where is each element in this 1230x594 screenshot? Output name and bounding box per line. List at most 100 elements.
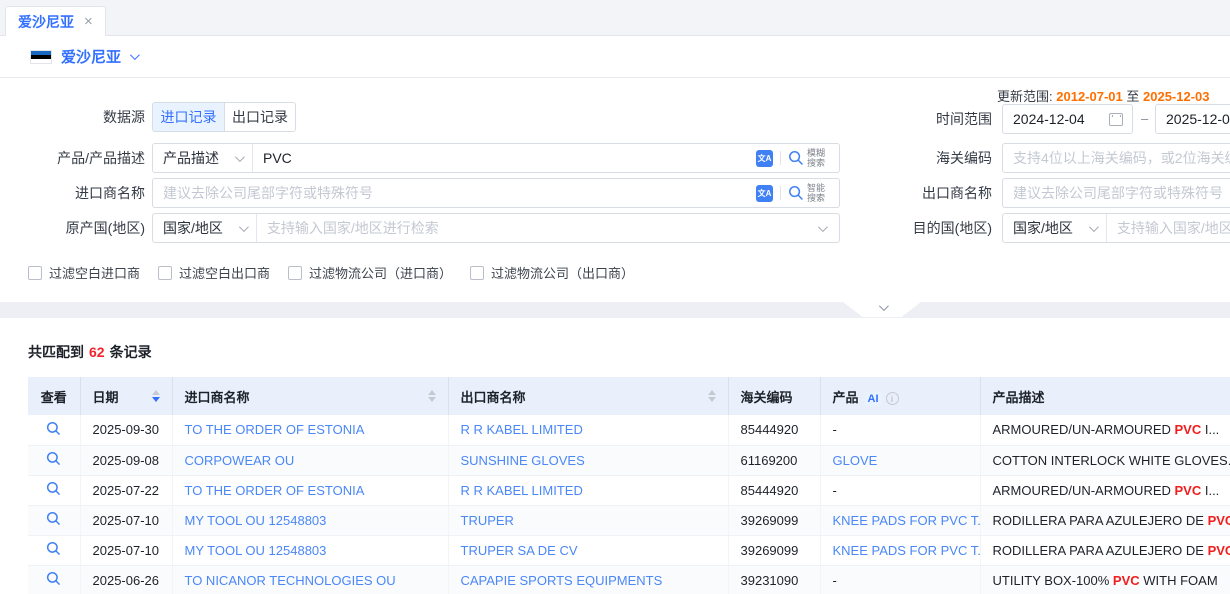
data-source-toggle: 进口记录 出口记录 (152, 102, 296, 132)
tab-bar: 爱沙尼亚 × (0, 0, 1230, 36)
exporter-link[interactable]: CAPAPIE SPORTS EQUIPMENTS (461, 573, 663, 588)
toggle-export-records[interactable]: 出口记录 (224, 103, 295, 131)
cell-product: KNEE PADS FOR PVC T... (820, 505, 980, 535)
description-text: RODILLERA PARA AZULEJERO DE (993, 543, 1208, 558)
hs-code-label: 海关编码 (872, 143, 992, 173)
cell-date: 2025-06-26 (80, 565, 172, 594)
sort-icon-exporter[interactable] (708, 390, 716, 402)
importer-link[interactable]: TO NICANOR TECHNOLOGIES OU (185, 573, 396, 588)
date-to-input-group (1155, 104, 1230, 134)
importer-label: 进口商名称 (0, 178, 145, 208)
destination-input-group: 国家/地区 (1002, 213, 1230, 243)
magnifier-icon (46, 481, 61, 496)
checkbox-filter-blank-importer[interactable]: 过滤空白进口商 (28, 263, 140, 282)
col-exporter[interactable]: 出口商名称 (448, 377, 728, 415)
importer-input-tools: 文A 智能搜索 (756, 183, 839, 203)
destination-label: 目的国(地区) (872, 213, 992, 243)
importer-link[interactable]: MY TOOL OU 12548803 (185, 513, 327, 528)
col-hs-code: 海关编码 (728, 377, 820, 415)
view-record-button[interactable] (28, 415, 80, 445)
tab-label: 爱沙尼亚 (18, 12, 74, 32)
exporter-link[interactable]: TRUPER (461, 513, 514, 528)
product-input-group: 产品描述 文A 模糊搜索 (152, 143, 840, 173)
count-suffix: 条记录 (110, 344, 152, 360)
exporter-link[interactable]: R R KABEL LIMITED (461, 422, 583, 437)
magnifier-icon (46, 511, 61, 526)
country-header: 爱沙尼亚 (0, 36, 1230, 78)
importer-link[interactable]: TO THE ORDER OF ESTONIA (185, 422, 365, 437)
exporter-input[interactable] (1003, 179, 1230, 207)
magnifier-icon (46, 421, 61, 436)
importer-link[interactable]: MY TOOL OU 12548803 (185, 543, 327, 558)
cell-date: 2025-09-08 (80, 445, 172, 475)
col-date[interactable]: 日期 (80, 377, 172, 415)
tab-estonia[interactable]: 爱沙尼亚 × (5, 6, 106, 36)
destination-input[interactable] (1107, 214, 1230, 242)
table-row: 2025-09-30TO THE ORDER OF ESTONIAR R KAB… (28, 415, 1230, 445)
highlighted-keyword: PVC (1175, 422, 1202, 437)
info-icon[interactable]: i (886, 392, 899, 405)
importer-link[interactable]: CORPOWEAR OU (185, 453, 295, 468)
highlighted-keyword: PVC (1113, 573, 1140, 588)
product-type-select[interactable]: 产品描述 (153, 144, 253, 172)
product-link[interactable]: GLOVE (833, 453, 878, 468)
sort-icon-importer[interactable] (428, 390, 436, 402)
importer-input-group: 文A 智能搜索 (152, 178, 840, 208)
view-record-button[interactable] (28, 445, 80, 475)
view-record-button[interactable] (28, 505, 80, 535)
count-prefix: 共匹配到 (28, 344, 84, 360)
translate-icon[interactable]: 文A (756, 185, 773, 202)
cell-importer: TO THE ORDER OF ESTONIA (172, 415, 448, 445)
description-text: ARMOURED/UN-ARMOURED (993, 483, 1175, 498)
chevron-down-icon (878, 301, 888, 311)
sort-icon-date[interactable] (152, 390, 160, 402)
results-panel: 共匹配到62条记录 查看 日期 进口商名称 出口商名称 海关编码 产品AIi 产… (0, 318, 1230, 594)
fuzzy-search-button[interactable]: 模糊搜索 (788, 148, 825, 168)
cell-importer: TO THE ORDER OF ESTONIA (172, 475, 448, 505)
destination-type-select[interactable]: 国家/地区 (1003, 214, 1107, 242)
cell-hs-code: 39231090 (728, 565, 820, 594)
toggle-import-records[interactable]: 进口记录 (153, 103, 224, 131)
cell-product: GLOVE (820, 445, 980, 475)
origin-type-select[interactable]: 国家/地区 (153, 214, 257, 242)
description-text: WITH FOAM (1140, 573, 1218, 588)
hs-code-input[interactable] (1003, 144, 1230, 172)
collapse-filter-button[interactable] (843, 302, 921, 317)
col-product-label: 产品 (833, 390, 859, 405)
chevron-down-icon[interactable] (130, 50, 140, 60)
checkbox-label: 过滤空白进口商 (49, 263, 140, 282)
date-to-input[interactable] (1156, 105, 1230, 133)
view-record-button[interactable] (28, 535, 80, 565)
checkbox-filter-logistics-exporter[interactable]: 过滤物流公司（出口商） (470, 263, 634, 282)
description-text: I... (1201, 483, 1219, 498)
count-number: 62 (84, 344, 110, 360)
smart-search-button[interactable]: 智能搜索 (788, 183, 825, 203)
checkbox-filter-blank-exporter[interactable]: 过滤空白出口商 (158, 263, 270, 282)
translate-icon[interactable]: 文A (756, 150, 773, 167)
close-icon[interactable]: × (84, 14, 93, 29)
cell-product: - (820, 415, 980, 445)
country-name[interactable]: 爱沙尼亚 (61, 46, 121, 67)
date-from-input[interactable] (1003, 105, 1109, 133)
importer-link[interactable]: TO THE ORDER OF ESTONIA (185, 483, 365, 498)
col-date-label: 日期 (93, 387, 119, 406)
calendar-icon[interactable] (1109, 113, 1123, 126)
col-importer[interactable]: 进口商名称 (172, 377, 448, 415)
origin-dropdown-arrow[interactable] (818, 225, 839, 232)
exporter-link[interactable]: TRUPER SA DE CV (461, 543, 578, 558)
view-record-button[interactable] (28, 475, 80, 505)
origin-input[interactable] (257, 214, 818, 242)
exporter-link[interactable]: SUNSHINE GLOVES (461, 453, 585, 468)
time-range-label: 时间范围 (872, 104, 992, 134)
origin-input-group: 国家/地区 (152, 213, 840, 243)
exporter-link[interactable]: R R KABEL LIMITED (461, 483, 583, 498)
view-record-button[interactable] (28, 565, 80, 594)
product-link[interactable]: KNEE PADS FOR PVC T... (833, 543, 981, 558)
checkbox-filter-logistics-importer[interactable]: 过滤物流公司（进口商） (288, 263, 452, 282)
description-text: RODILLERA PARA AZULEJERO DE (993, 513, 1208, 528)
table-row: 2025-07-10MY TOOL OU 12548803TRUPER39269… (28, 505, 1230, 535)
date-from-input-group (1002, 104, 1133, 134)
importer-input[interactable] (153, 179, 756, 207)
product-input[interactable] (253, 144, 756, 172)
product-link[interactable]: KNEE PADS FOR PVC T... (833, 513, 981, 528)
